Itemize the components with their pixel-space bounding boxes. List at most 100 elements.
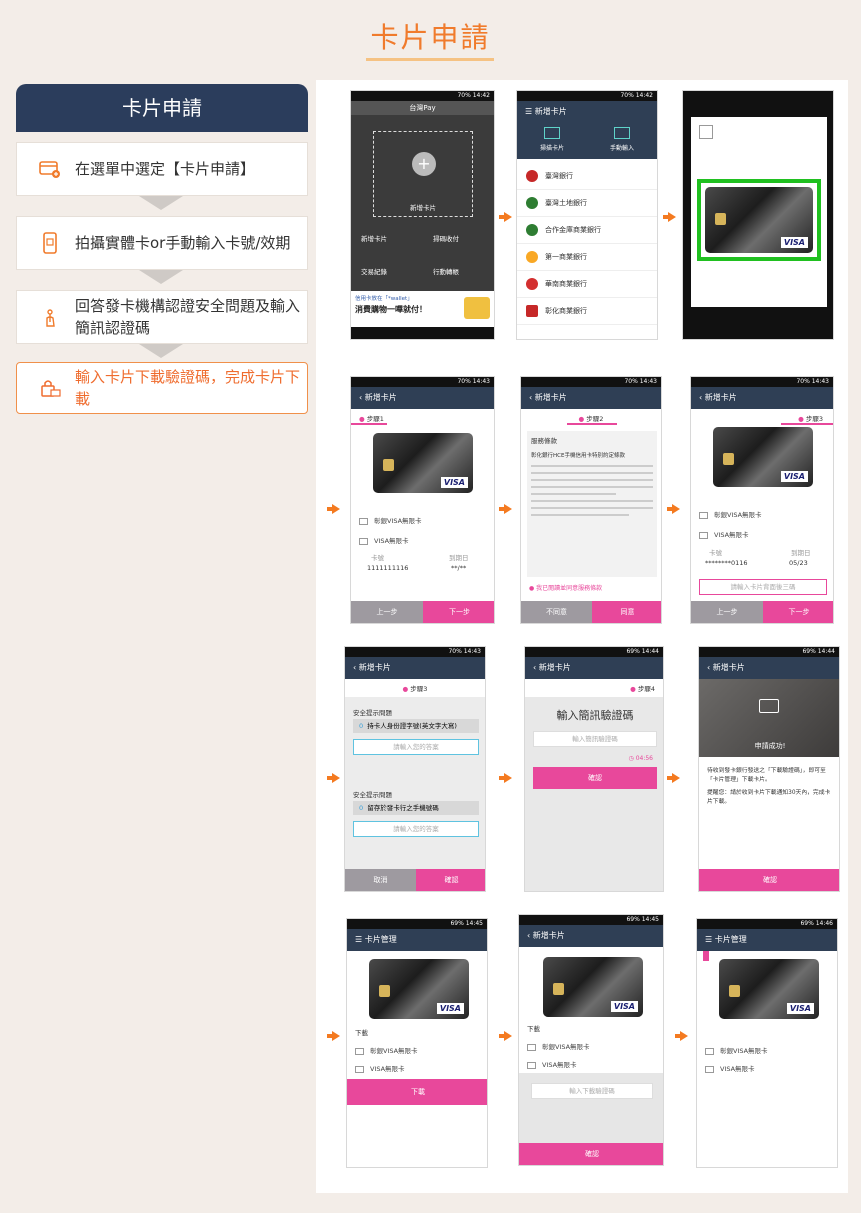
add-card-tabs: 掃描卡片 手動輸入 bbox=[517, 123, 657, 159]
bank-item[interactable]: 第一商業銀行 bbox=[517, 244, 657, 271]
cvv-input[interactable]: 請輸入卡片背面後三碼 bbox=[699, 579, 827, 595]
steps-header: 卡片申請 bbox=[16, 84, 308, 132]
phone-bank-list: 70% 14:42 ☰ 新增卡片 掃描卡片 手動輸入 臺灣銀行 臺灣土地銀行 合… bbox=[516, 90, 658, 340]
touch-icon bbox=[46, 309, 55, 327]
tab-scan[interactable]: 掃描卡片 bbox=[537, 127, 567, 152]
location-pin-icon: ● bbox=[798, 415, 804, 423]
confirm-button[interactable]: 確認 bbox=[699, 869, 839, 891]
card-type-field[interactable]: VISA無限卡 bbox=[359, 535, 409, 545]
title-underline bbox=[366, 58, 494, 61]
nav-header: ‹ 新增卡片 bbox=[691, 387, 833, 409]
bank-name: 臺灣土地銀行 bbox=[545, 199, 587, 207]
confirm-button[interactable]: 確認 bbox=[519, 1143, 663, 1165]
next-button[interactable]: 下一步 bbox=[423, 601, 494, 623]
location-pin-icon: ● bbox=[630, 685, 636, 693]
card-number-input[interactable]: 1111111116 bbox=[367, 564, 408, 572]
terms-box[interactable]: 服務條款 彰化銀行HCE手機信用卡特別約定條款 bbox=[527, 431, 657, 577]
tab-manual[interactable]: 手動輸入 bbox=[607, 127, 637, 152]
card-check-icon bbox=[759, 699, 779, 713]
download-button[interactable]: 下載 bbox=[347, 1079, 487, 1105]
download-code-input[interactable]: 輸入下載驗證碼 bbox=[531, 1083, 653, 1099]
credit-card-image: VISA bbox=[543, 957, 643, 1017]
disagree-button[interactable]: 不同意 bbox=[521, 601, 592, 623]
card-type-field: VISA無限卡 bbox=[705, 1063, 755, 1073]
answer-input[interactable]: 請輸入您的答案 bbox=[353, 739, 479, 755]
bank-item[interactable]: 合作金庫商業銀行 bbox=[517, 217, 657, 244]
agree-button[interactable]: 同意 bbox=[592, 601, 661, 623]
success-note: 提醒您：請於收到卡片下載通知30天內，完成卡片下載。 bbox=[707, 790, 831, 805]
bank-item[interactable]: 臺灣銀行 bbox=[517, 163, 657, 190]
step-label: 回答發卡機構認證安全問題及輸入簡訊認證碼 bbox=[75, 297, 301, 337]
expiry-label: 到期日 bbox=[791, 549, 811, 557]
arrow-right-icon bbox=[499, 773, 512, 783]
next-button[interactable]: 下一步 bbox=[763, 601, 833, 623]
bank-logo-icon bbox=[526, 278, 538, 290]
step-label: 輸入卡片下載驗證碼，完成卡片下載 bbox=[75, 368, 301, 408]
menu-scan-pay[interactable]: 掃碼收付 bbox=[433, 233, 459, 243]
card-type-field: VISA無限卡 bbox=[355, 1063, 405, 1073]
arrow-right-icon bbox=[327, 773, 340, 783]
question-label: 安全提示問題 bbox=[353, 791, 392, 799]
location-pin-icon: ● bbox=[359, 415, 365, 423]
prev-button[interactable]: 上一步 bbox=[691, 601, 763, 623]
nav-header: ‹ 新增卡片 bbox=[351, 387, 494, 409]
bank-item[interactable]: 彰化商業銀行 bbox=[517, 298, 657, 325]
answer-input[interactable]: 請輸入您的答案 bbox=[353, 821, 479, 837]
bank-logo-icon bbox=[526, 251, 538, 263]
screenshots-panel: 70% 14:42 台灣Pay + 新增卡片 新增卡片 掃碼收付 交易紀錄 行動… bbox=[316, 80, 848, 1193]
nav-title: 新增卡片 bbox=[538, 663, 571, 672]
page-title: 卡片申請 bbox=[370, 21, 491, 54]
agree-checkbox[interactable]: ● 我已閱讀並同意服務條款 bbox=[529, 583, 602, 592]
expiry-input[interactable]: **/** bbox=[451, 564, 466, 572]
step-indicator: ● 步驟3 bbox=[345, 679, 485, 697]
bank-item[interactable]: 華南商業銀行 bbox=[517, 271, 657, 298]
success-image: 申請成功! bbox=[699, 679, 839, 757]
prev-button[interactable]: 上一步 bbox=[351, 601, 423, 623]
promo-banner[interactable]: 信用卡放在「*wallet」 消費購物一嗶就付！ bbox=[351, 291, 494, 329]
card-name-field: 彰銀VISA無限卡 bbox=[527, 1041, 590, 1051]
nav-title: 新增卡片 bbox=[534, 107, 567, 116]
question-label: 安全提示問題 bbox=[353, 709, 392, 717]
scan-icon bbox=[544, 127, 560, 139]
card-name-field[interactable]: 彰銀VISA無限卡 bbox=[699, 509, 762, 519]
progress-bar bbox=[567, 423, 617, 425]
card-icon bbox=[614, 127, 630, 139]
visa-logo: VISA bbox=[436, 1003, 464, 1014]
sms-heading: 輸入簡訊驗證碼 bbox=[556, 709, 634, 722]
confirm-button[interactable]: 確認 bbox=[533, 767, 657, 789]
menu-transactions[interactable]: 交易紀錄 bbox=[361, 266, 387, 276]
check-icon: ● bbox=[529, 585, 535, 592]
plus-icon[interactable]: + bbox=[412, 152, 436, 176]
menu-transfer[interactable]: 行動轉帳 bbox=[433, 266, 459, 276]
location-pin-icon: ● bbox=[578, 415, 585, 423]
arrow-right-icon bbox=[327, 504, 340, 514]
phone-scan-icon bbox=[43, 232, 57, 254]
step-label: 拍攝實體卡or手動輸入卡號/效期 bbox=[75, 234, 291, 252]
card-number-label: 卡號 bbox=[371, 554, 384, 562]
nav-header: ☰ 卡片管理 bbox=[347, 929, 487, 951]
step-indicator: ● 步驟4 bbox=[525, 679, 663, 697]
question-2: 0 留存於發卡行之手機號碼 bbox=[353, 801, 479, 815]
add-card-area[interactable]: + 新增卡片 bbox=[373, 131, 473, 217]
status-bar: 69% 14:44 bbox=[525, 647, 663, 657]
card-name-field[interactable]: 彰銀VISA無限卡 bbox=[359, 515, 422, 525]
app-name: 台灣Pay bbox=[351, 101, 494, 115]
arrow-right-icon bbox=[499, 1031, 512, 1041]
confirm-button[interactable]: 確認 bbox=[416, 869, 485, 891]
menu-add-card[interactable]: 新增卡片 bbox=[361, 233, 387, 243]
bank-name: 合作金庫商業銀行 bbox=[545, 226, 601, 234]
status-bar: 69% 14:44 bbox=[699, 647, 839, 657]
status-bar: 70% 14:43 bbox=[345, 647, 485, 657]
step-label: 步驟3 bbox=[410, 685, 428, 693]
expiry-label: 到期日 bbox=[449, 554, 469, 562]
arrow-right-icon bbox=[327, 1031, 340, 1041]
credit-card-image: VISA bbox=[369, 959, 469, 1019]
nav-header: ‹ 新增卡片 bbox=[519, 925, 663, 947]
nav-header: ‹ 新增卡片 bbox=[345, 657, 485, 679]
cancel-button[interactable]: 取消 bbox=[345, 869, 416, 891]
card-type-field[interactable]: VISA無限卡 bbox=[699, 529, 749, 539]
agree-label: 我已閱讀並同意服務條款 bbox=[536, 585, 603, 592]
bank-item[interactable]: 臺灣土地銀行 bbox=[517, 190, 657, 217]
sms-code-input[interactable]: 輸入簡訊驗證碼 bbox=[533, 731, 657, 747]
banner-card-image bbox=[464, 297, 490, 319]
